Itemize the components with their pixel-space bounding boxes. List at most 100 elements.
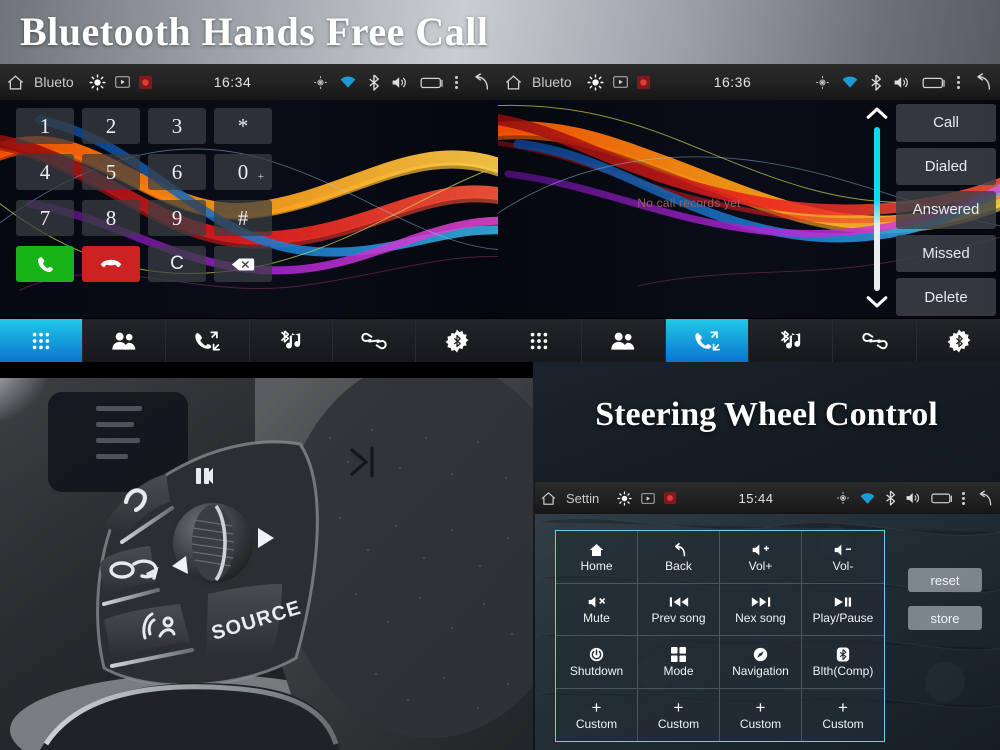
swc-mode-button[interactable]: Mode — [638, 636, 720, 689]
calllog-answered-button[interactable]: Answered — [896, 191, 996, 229]
swc-home-button[interactable]: Home — [556, 531, 638, 584]
overflow-menu-icon[interactable] — [957, 75, 960, 89]
recents-icon[interactable] — [931, 491, 953, 505]
back-icon[interactable] — [974, 490, 993, 507]
sidebar-item-connect[interactable] — [833, 319, 918, 362]
volume-up-icon — [751, 542, 771, 558]
swc-navigation-button[interactable]: Navigation — [720, 636, 802, 689]
status-app-name: Blueto — [532, 74, 572, 90]
compass-icon — [753, 647, 768, 663]
brightness-icon[interactable] — [89, 73, 106, 91]
overflow-menu-icon[interactable] — [962, 491, 965, 505]
swc-volume-down-button[interactable]: Vol- — [802, 531, 884, 584]
hangup-button[interactable] — [82, 246, 140, 282]
swc-back-button[interactable]: Back — [638, 531, 720, 584]
back-icon[interactable] — [971, 73, 992, 91]
play-icon[interactable] — [613, 76, 628, 88]
swc-custom-button-3[interactable]: + Custom — [720, 688, 802, 741]
contacts-icon — [111, 331, 137, 351]
dial-key-4[interactable]: 4 — [16, 154, 74, 190]
sidebar-item-contacts[interactable] — [83, 319, 167, 362]
backspace-button[interactable] — [214, 246, 272, 282]
brightness-icon[interactable] — [587, 73, 604, 91]
back-icon[interactable] — [469, 73, 490, 91]
swc-custom-button-4[interactable]: + Custom — [802, 689, 884, 742]
swc-volume-up-button[interactable]: Vol+ — [720, 531, 802, 584]
sidebar-item-bluetooth-music[interactable] — [749, 319, 834, 362]
scrollbar-thumb[interactable] — [874, 127, 880, 291]
dial-key-2[interactable]: 2 — [82, 108, 140, 144]
calllog-missed-button[interactable]: Missed — [896, 234, 996, 273]
wifi-icon[interactable] — [339, 75, 357, 89]
gps-icon[interactable] — [836, 491, 850, 505]
call-log-scrollbar[interactable] — [864, 106, 890, 312]
overflow-menu-icon[interactable] — [455, 75, 458, 89]
bluetooth-icon[interactable] — [870, 74, 882, 91]
sidebar-item-connect[interactable] — [332, 319, 416, 362]
dial-key-0[interactable]: 0 + — [214, 154, 272, 190]
swc-shutdown-label: Shutdown — [569, 663, 624, 678]
home-icon[interactable] — [6, 73, 25, 92]
dial-key-1[interactable]: 1 — [16, 108, 74, 144]
play-icon[interactable] — [641, 492, 655, 504]
sidebar-item-settings[interactable] — [917, 319, 1000, 362]
gps-icon[interactable] — [815, 75, 830, 90]
previous-track-icon — [669, 594, 689, 610]
home-icon[interactable] — [504, 73, 523, 92]
sidebar-item-call-records[interactable] — [665, 319, 750, 362]
dial-key-star[interactable]: * — [214, 108, 272, 144]
call-button[interactable] — [16, 246, 74, 282]
record-icon[interactable] — [664, 492, 676, 504]
dial-key-9[interactable]: 9 — [148, 200, 206, 236]
play-icon[interactable] — [115, 76, 130, 88]
dial-key-8[interactable]: 8 — [82, 200, 140, 236]
bluetooth-icon[interactable] — [885, 490, 896, 506]
chevron-up-icon[interactable] — [866, 106, 888, 123]
swc-shutdown-button[interactable]: Shutdown — [556, 636, 638, 689]
dial-key-6[interactable]: 6 — [148, 154, 206, 190]
sidebar-item-dialpad[interactable] — [498, 319, 582, 362]
recents-icon[interactable] — [922, 75, 946, 90]
chevron-down-icon[interactable] — [866, 295, 888, 312]
calllog-dialed-button[interactable]: Dialed — [896, 147, 996, 186]
play-pause-icon — [834, 594, 852, 610]
dial-key-4-label: 4 — [39, 159, 51, 184]
swc-mute-button[interactable]: Mute — [556, 583, 638, 636]
plus-icon: + — [838, 698, 848, 718]
swc-store-button[interactable]: store — [908, 606, 982, 630]
gps-icon[interactable] — [313, 75, 328, 90]
recents-icon[interactable] — [420, 75, 444, 90]
home-icon[interactable] — [540, 490, 557, 507]
sidebar-item-bluetooth-music[interactable] — [249, 319, 333, 362]
sidebar-item-contacts[interactable] — [581, 319, 666, 362]
volume-icon[interactable] — [905, 491, 922, 505]
calllog-call-button[interactable]: Call — [896, 104, 996, 142]
sidebar-item-dialpad[interactable] — [0, 319, 84, 362]
dial-key-5[interactable]: 5 — [82, 154, 140, 190]
dial-key-hash[interactable]: # — [214, 200, 272, 236]
status-bar-left: Blueto 16:34 — [0, 64, 498, 100]
bluetooth-icon[interactable] — [368, 74, 380, 91]
backspace-icon — [231, 257, 255, 272]
calllog-delete-button[interactable]: Delete — [896, 278, 996, 316]
dial-key-7[interactable]: 7 — [16, 200, 74, 236]
swc-prev-song-button[interactable]: Prev song — [638, 583, 720, 636]
swc-reset-button[interactable]: reset — [908, 568, 982, 592]
brightness-icon[interactable] — [617, 490, 632, 506]
swc-bluetooth-button[interactable]: Blth(Comp) — [802, 636, 884, 689]
sidebar-item-settings[interactable] — [415, 319, 498, 362]
swc-custom-button-1[interactable]: + Custom — [556, 688, 638, 741]
sidebar-item-call-records[interactable] — [166, 319, 250, 362]
volume-icon[interactable] — [391, 75, 409, 90]
swc-next-song-button[interactable]: Nex song — [720, 583, 802, 636]
record-icon[interactable] — [637, 75, 650, 89]
wifi-icon[interactable] — [859, 492, 876, 505]
swc-navigation-label: Navigation — [732, 663, 789, 678]
clear-button[interactable]: C — [148, 246, 206, 282]
dial-key-3[interactable]: 3 — [148, 108, 206, 144]
volume-icon[interactable] — [893, 75, 911, 90]
swc-play-pause-button[interactable]: Play/Pause — [802, 584, 884, 636]
record-icon[interactable] — [139, 75, 152, 89]
swc-custom-button-2[interactable]: + Custom — [638, 688, 720, 741]
wifi-icon[interactable] — [841, 75, 859, 89]
